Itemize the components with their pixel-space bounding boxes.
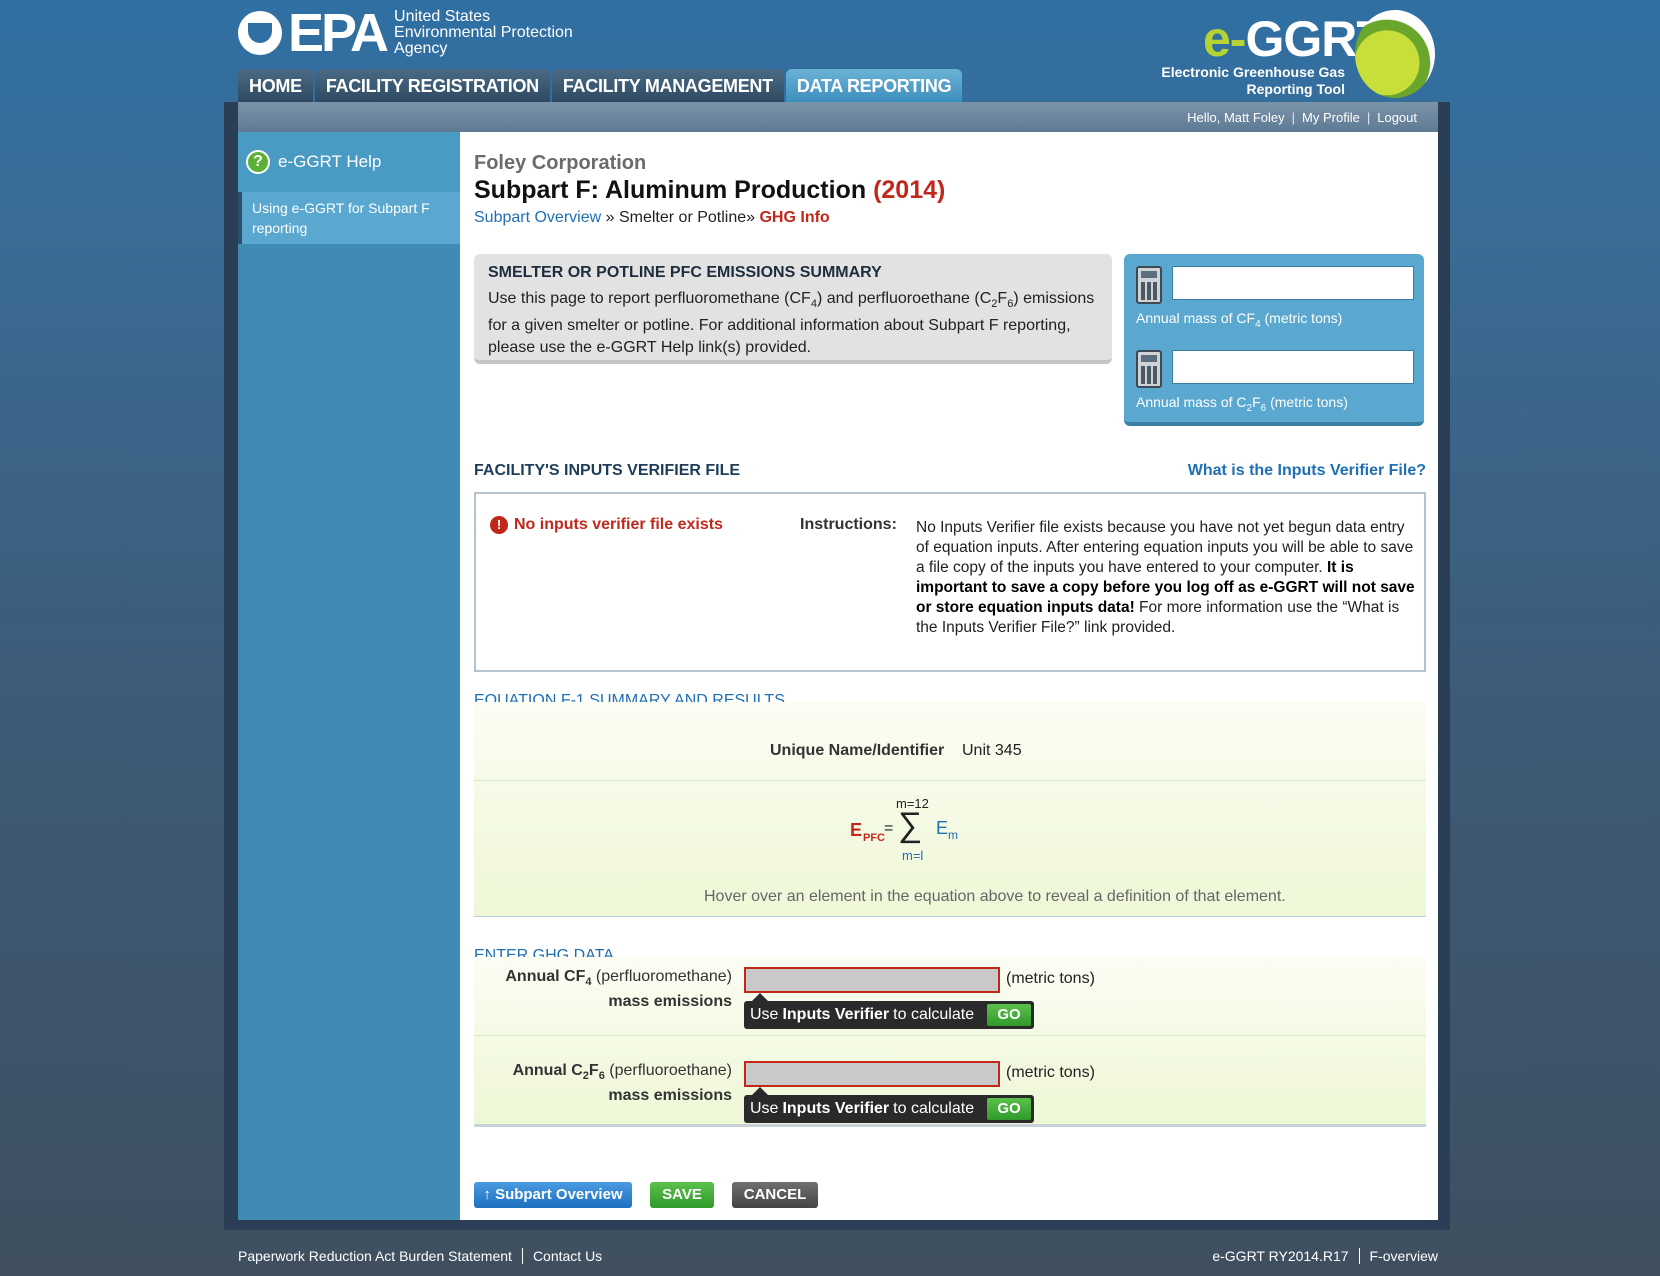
tab-facility-management[interactable]: FACILITY MANAGEMENT — [551, 69, 784, 102]
verifier-error: No inputs verifier file exists — [514, 516, 723, 533]
c2f6-go-button[interactable]: GO — [987, 1098, 1031, 1120]
divider: | — [1366, 109, 1371, 125]
c2f6-field-label: Annual C2F6 (perfluoroethane) mass emissi… — [512, 1062, 732, 1105]
version-label: e-GGRT RY2014.R17 — [1212, 1248, 1349, 1264]
equation-e-m[interactable]: E — [936, 818, 948, 839]
subpart-overview-button[interactable]: ↑ Subpart Overview — [474, 1182, 632, 1208]
summary-heading: SMELTER OR POTLINE PFC EMISSIONS SUMMARY — [488, 264, 882, 281]
epa-agency-name: United States Environmental Protection A… — [394, 8, 573, 57]
page-id-label: F-overview — [1369, 1248, 1438, 1264]
breadcrumb-smelter: Smelter or Potline — [618, 209, 747, 226]
organization-name: Foley Corporation — [474, 152, 647, 174]
cf4-field-label: Annual CF4 (perfluoromethane) mass emissi… — [505, 968, 732, 1011]
breadcrumb-current: GHG Info — [759, 209, 830, 226]
emissions-calculator: Annual mass of CF4 (metric tons) Annual … — [1124, 254, 1424, 426]
equation-hint: Hover over an element in the equation ab… — [704, 888, 1286, 905]
tab-home[interactable]: HOME — [238, 69, 313, 102]
divider: | — [1291, 109, 1296, 125]
my-profile-link[interactable]: My Profile — [1295, 110, 1367, 125]
divider — [474, 780, 1426, 781]
summary-box: SMELTER OR POTLINE PFC EMISSIONS SUMMARY… — [474, 254, 1112, 364]
cf4-go-button[interactable]: GO — [987, 1004, 1031, 1026]
breadcrumb: Subpart Overview » Smelter or Potline» G… — [474, 209, 830, 226]
epa-logo[interactable]: EPA United States Environmental Protecti… — [238, 3, 573, 63]
cf4-unit: (metric tons) — [1006, 970, 1095, 987]
instructions-text: No Inputs Verifier file exists because y… — [916, 519, 1415, 636]
footer-left: Paperwork Reduction Act Burden Statement… — [238, 1248, 602, 1264]
divider — [1358, 1248, 1360, 1264]
unique-name-value: Unit 345 — [962, 742, 1022, 759]
instructions-label: Instructions: — [800, 516, 897, 533]
equation-panel: Unique Name/Identifier Unit 345 E PFC = … — [474, 702, 1426, 917]
epa-wordmark: EPA — [288, 3, 389, 63]
cancel-button[interactable]: CANCEL — [732, 1182, 818, 1208]
help-header: ? e-GGRT Help — [238, 132, 460, 192]
tab-facility-registration[interactable]: FACILITY REGISTRATION — [314, 69, 550, 102]
c2f6-unit: (metric tons) — [1006, 1064, 1095, 1081]
cf4-use-inputs-verifier[interactable]: Use Inputs Verifier to calculate GO — [744, 993, 1034, 1029]
paperwork-link[interactable]: Paperwork Reduction Act Burden Statement — [238, 1248, 512, 1264]
eggrt-logo[interactable]: e-GGRT Electronic Greenhouse Gas Reporti… — [1155, 8, 1435, 100]
c2f6-annual-mass-label: Annual mass of C2F6 (metric tons) — [1136, 394, 1348, 414]
egret-bird-icon — [1355, 10, 1435, 98]
calculator-icon — [1136, 350, 1162, 388]
user-bar: Hello, Matt Foley | My Profile | Logout — [238, 102, 1438, 132]
calculator-icon — [1136, 266, 1162, 304]
divider — [474, 1035, 1426, 1036]
eggrt-tagline: Electronic Greenhouse Gas Reporting Tool — [1161, 64, 1345, 97]
c2f6-annual-mass-field[interactable] — [1172, 350, 1414, 384]
verifier-heading: FACILITY'S INPUTS VERIFIER FILE — [474, 462, 741, 479]
equation-f1: E PFC = m=12 ∑ m=l E m — [850, 796, 958, 863]
error-icon: ! — [490, 516, 508, 534]
c2f6-emissions-input[interactable] — [744, 1061, 1000, 1087]
reporting-year: (2014) — [873, 176, 946, 204]
sum-lower-bound[interactable]: m=l — [902, 848, 923, 863]
c2f6-use-inputs-verifier[interactable]: Use Inputs Verifier to calculate GO — [744, 1087, 1034, 1123]
cf4-annual-mass-label: Annual mass of CF4 (metric tons) — [1136, 310, 1343, 330]
cf4-emissions-input[interactable] — [744, 967, 1000, 993]
question-icon: ? — [246, 150, 270, 174]
unique-name-label: Unique Name/Identifier — [770, 742, 945, 759]
save-button[interactable]: SAVE — [650, 1182, 714, 1208]
help-link-subpart-f[interactable]: Using e-GGRT for Subpart F reporting — [238, 192, 460, 244]
what-is-verifier-link[interactable]: What is the Inputs Verifier File? — [1188, 462, 1426, 480]
page-title: Subpart F: Aluminum Production (2014) — [474, 176, 946, 204]
help-title: e-GGRT Help — [278, 152, 382, 171]
arrow-up-icon: ↑ — [483, 1186, 491, 1203]
tab-data-reporting[interactable]: DATA REPORTING — [785, 69, 963, 102]
contact-us-link[interactable]: Contact Us — [533, 1248, 602, 1264]
ghg-data-panel: Annual CF4 (perfluoromethane) mass emissi… — [474, 957, 1426, 1127]
user-greeting: Hello, Matt Foley — [1187, 109, 1285, 125]
main-content: Foley Corporation Subpart F: Aluminum Pr… — [460, 132, 1438, 1220]
divider — [521, 1248, 523, 1264]
main-nav: HOME FACILITY REGISTRATION FACILITY MANA… — [238, 69, 963, 102]
breadcrumb-subpart-overview[interactable]: Subpart Overview — [474, 209, 601, 226]
epa-seal-icon — [238, 11, 282, 55]
cf4-annual-mass-field[interactable] — [1172, 266, 1414, 300]
equation-e-pfc[interactable]: E — [850, 820, 862, 841]
summary-text: Use this page to report perfluoromethane… — [488, 290, 1095, 357]
sigma-symbol: ∑ — [898, 806, 923, 844]
footer-right: e-GGRT RY2014.R17 F-overview — [1212, 1248, 1438, 1264]
verifier-box: ! No inputs verifier file exists Instruc… — [474, 492, 1426, 672]
sidebar: ? e-GGRT Help Using e-GGRT for Subpart F… — [238, 132, 460, 1220]
logout-link[interactable]: Logout — [1370, 110, 1424, 125]
